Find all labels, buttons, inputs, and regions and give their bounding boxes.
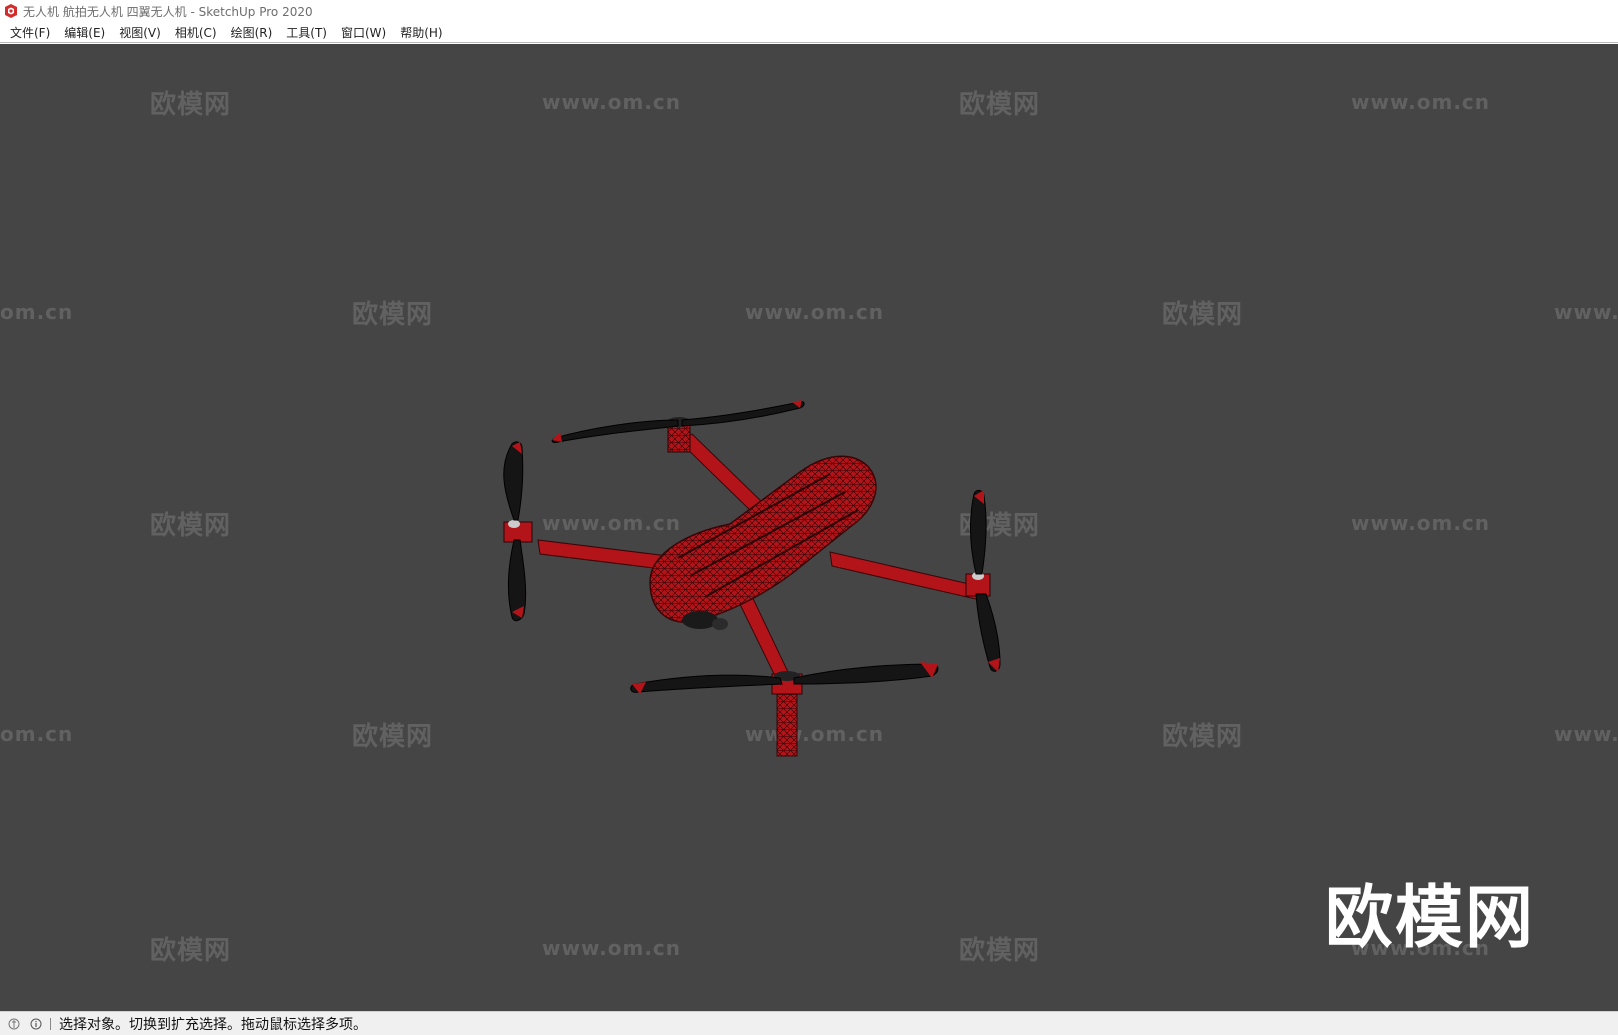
menu-draw[interactable]: 绘图(R) [224,23,280,42]
menu-bar: 文件(F) 编辑(E) 视图(V) 相机(C) 绘图(R) 工具(T) 窗口(W… [0,22,1618,43]
watermark-brand: 欧模网 [1162,300,1244,330]
menu-camera[interactable]: 相机(C) [168,23,224,42]
watermark-url: www.om.cn [745,300,885,324]
watermark-brand: 欧模网 [959,90,1041,120]
3d-viewport[interactable]: 欧模网 www.om.cn 欧模网 www.om.cn om.cn 欧模网 ww… [0,44,1618,1011]
status-message: 选择对象。切换到扩充选择。拖动鼠标选择多项。 [59,1016,367,1033]
menu-window[interactable]: 窗口(W) [334,23,393,42]
title-bar: 无人机 航拍无人机 四翼无人机 - SketchUp Pro 2020 [0,0,1618,22]
watermark-url-clipped: om.cn [0,722,74,746]
watermark-brand: 欧模网 [150,511,232,541]
drone-body [649,455,877,630]
geo-location-icon[interactable] [6,1016,22,1032]
watermark-brand: 欧模网 [352,300,434,330]
watermark-url: www.om.cn [542,90,682,114]
sketchup-window: 无人机 航拍无人机 四翼无人机 - SketchUp Pro 2020 文件(F… [0,0,1618,1035]
menu-file[interactable]: 文件(F) [3,23,57,42]
watermark-url: www.om.cn [542,936,682,960]
watermark-url-clipped: om.cn [0,300,74,324]
watermark-brand: 欧模网 [352,722,434,752]
watermark-url: www.om.cn [1351,511,1491,535]
watermark-brand: 欧模网 [1162,722,1244,752]
watermark-url-clipped: www. [1554,300,1618,324]
window-title: 无人机 航拍无人机 四翼无人机 - SketchUp Pro 2020 [23,4,313,19]
sketchup-logo-icon [5,4,17,18]
menu-tools[interactable]: 工具(T) [279,23,334,42]
status-bar: 选择对象。切换到扩充选择。拖动鼠标选择多项。 [0,1011,1618,1035]
watermark-logo: 欧模网 [1325,879,1536,958]
info-icon[interactable] [28,1016,44,1032]
menu-edit[interactable]: 编辑(E) [57,23,112,42]
watermark-brand: 欧模网 [959,936,1041,966]
status-separator [50,1017,51,1030]
drone-3d-model[interactable] [500,362,1060,792]
watermark-url: www.om.cn [1351,90,1491,114]
menu-view[interactable]: 视图(V) [112,23,168,42]
watermark-url-clipped: www. [1554,722,1618,746]
menu-help[interactable]: 帮助(H) [393,23,449,42]
watermark-brand: 欧模网 [150,90,232,120]
watermark-brand: 欧模网 [150,936,232,966]
